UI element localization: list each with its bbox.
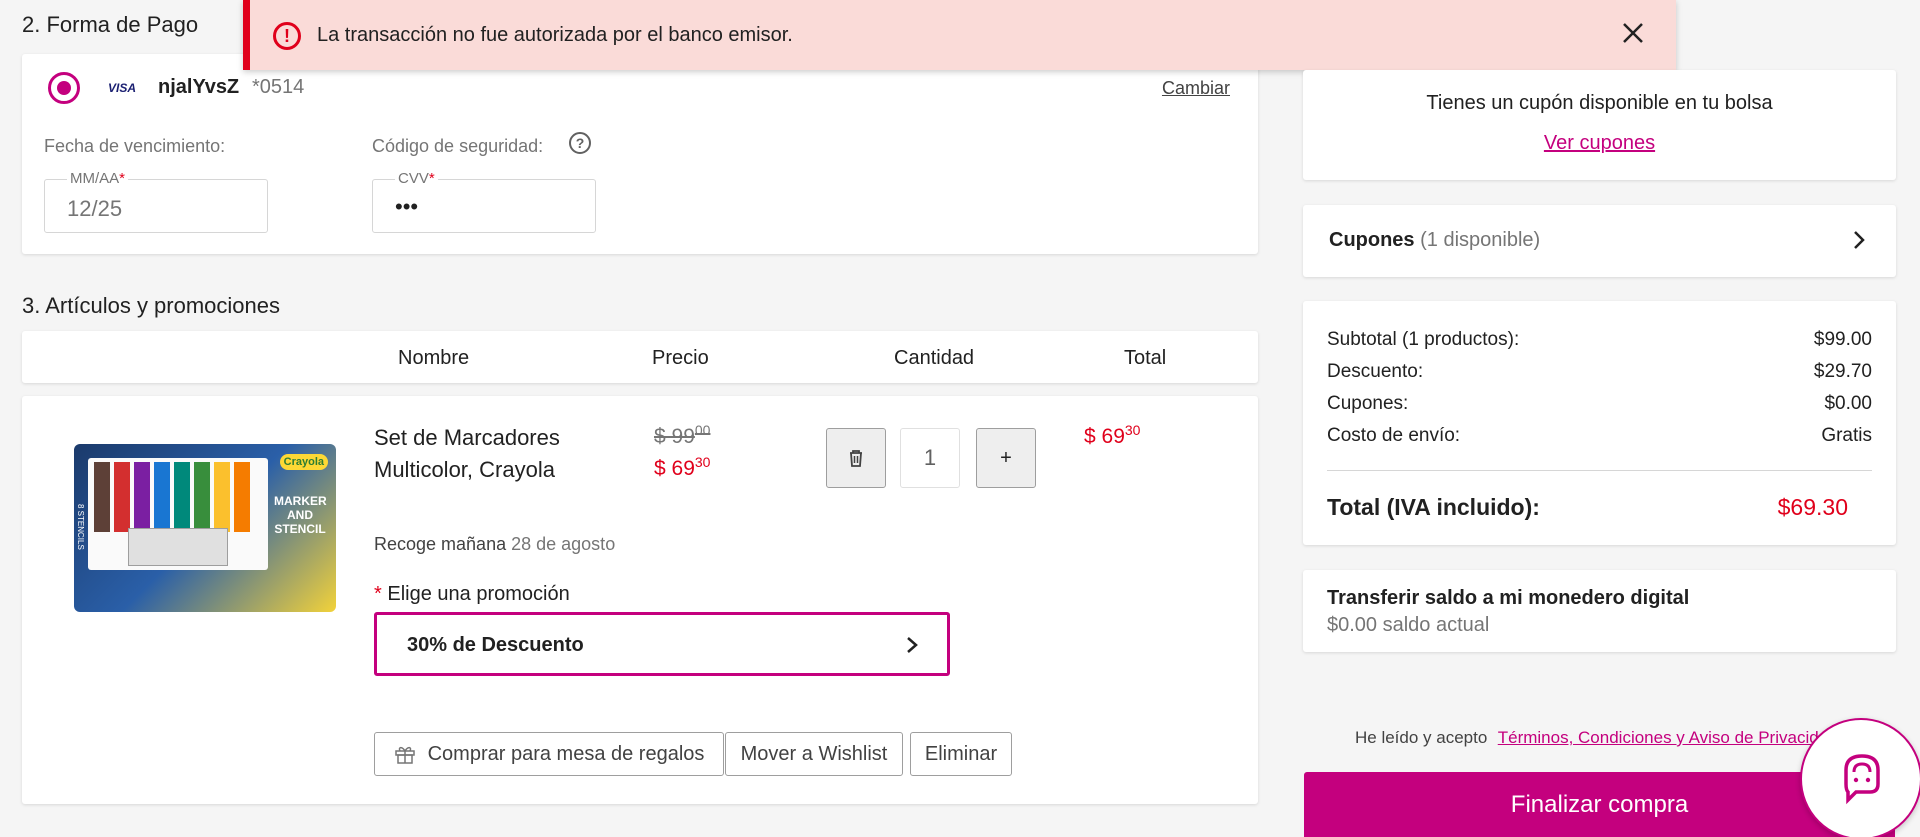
pickup-date: 28 de agosto bbox=[511, 534, 616, 554]
summary-row-shipping: Costo de envío: Gratis bbox=[1327, 425, 1872, 447]
terms-row: He leído y acepto Términos, Condiciones … bbox=[1355, 728, 1835, 748]
expiry-value: 12/25 bbox=[67, 196, 123, 221]
error-message: La transacción no fue autorizada por el … bbox=[317, 24, 793, 46]
increase-quantity-button[interactable]: + bbox=[976, 428, 1036, 488]
coupons-count: (1 disponible) bbox=[1420, 229, 1541, 251]
summary-row-coupons: Cupones: $0.00 bbox=[1327, 393, 1872, 415]
terms-prefix: He leído y acepto bbox=[1355, 728, 1488, 747]
product-price: $ 6930 bbox=[654, 454, 711, 480]
product-box-title: MARKER AND STENCIL bbox=[274, 494, 327, 536]
summary-label: Costo de envío: bbox=[1327, 425, 1461, 446]
chevron-right-icon bbox=[1854, 231, 1865, 249]
summary-row-subtotal: Subtotal (1 productos): $99.00 bbox=[1327, 329, 1872, 351]
card-last4: *0514 bbox=[252, 76, 305, 98]
coupons-row[interactable]: Cupones (1 disponible) bbox=[1303, 205, 1896, 277]
summary-label: Descuento: bbox=[1327, 361, 1424, 382]
summary-label: Cupones: bbox=[1327, 393, 1409, 414]
product-card: Crayola MARKER AND STENCIL 8 STENCILS Se… bbox=[22, 396, 1258, 804]
remove-item-button[interactable]: Eliminar bbox=[910, 732, 1012, 776]
chevron-right-icon bbox=[907, 637, 918, 653]
gift-registry-button[interactable]: Comprar para mesa de regalos bbox=[374, 732, 724, 776]
required-mark: * bbox=[428, 170, 435, 187]
total-label: Total (IVA incluido): bbox=[1327, 494, 1540, 520]
trash-icon bbox=[850, 450, 862, 467]
product-old-price: $ 9900 bbox=[654, 422, 711, 448]
expiry-field-label: MM/AA bbox=[70, 170, 120, 187]
cvv-field-label: CVV bbox=[398, 170, 429, 187]
summary-value: $29.70 bbox=[1813, 361, 1872, 382]
see-coupons-link[interactable]: Ver cupones bbox=[1544, 132, 1655, 154]
pickup-prefix: Recoge mañana bbox=[374, 534, 507, 554]
required-mark: * bbox=[119, 170, 126, 187]
move-to-wishlist-button[interactable]: Mover a Wishlist bbox=[725, 732, 903, 776]
product-image[interactable]: Crayola MARKER AND STENCIL 8 STENCILS bbox=[74, 444, 336, 612]
summary-value: $0.00 bbox=[1824, 393, 1872, 414]
coupons-title: Cupones bbox=[1329, 229, 1415, 251]
gift-icon bbox=[394, 746, 415, 764]
error-icon: ! bbox=[273, 22, 301, 50]
summary-value: $99.00 bbox=[1813, 329, 1872, 350]
order-summary-card: Subtotal (1 productos): $99.00 Descuento… bbox=[1303, 301, 1896, 545]
summary-value: Gratis bbox=[1821, 425, 1872, 446]
promo-select[interactable]: 30% de Descuento bbox=[374, 612, 950, 676]
promo-value: 30% de Descuento bbox=[407, 634, 584, 656]
quantity-input[interactable]: 1 bbox=[900, 428, 960, 488]
card-radio[interactable] bbox=[48, 72, 80, 104]
delete-item-button[interactable] bbox=[826, 428, 886, 488]
payment-card: VISA njalYvsZ *0514 Cambiar Fecha de ven… bbox=[22, 54, 1258, 254]
terms-link[interactable]: Términos, Condiciones y Aviso de Privaci… bbox=[1498, 728, 1835, 747]
promo-label: * Elige una promoción bbox=[374, 583, 570, 605]
total-value: $69.30 bbox=[1777, 494, 1848, 520]
error-alert: ! La transacción no fue autorizada por e… bbox=[243, 0, 1676, 70]
payment-section-title: 2. Forma de Pago bbox=[22, 12, 199, 37]
shopping-bag-chat-icon bbox=[1844, 754, 1880, 805]
summary-row-discount: Descuento: $29.70 bbox=[1327, 361, 1872, 383]
chat-assistant-button[interactable] bbox=[1800, 718, 1920, 837]
cvv-field[interactable]: CVV* ••• bbox=[372, 170, 596, 233]
product-box-side: 8 STENCILS bbox=[76, 504, 85, 550]
wallet-balance: $0.00 saldo actual bbox=[1327, 614, 1490, 636]
cvv-value: ••• bbox=[395, 194, 419, 219]
expiry-field[interactable]: MM/AA* 12/25 bbox=[44, 170, 268, 233]
wallet-card[interactable]: Transferir saldo a mi monedero digital $… bbox=[1303, 570, 1896, 652]
summary-divider bbox=[1327, 470, 1872, 471]
summary-label: Subtotal (1 productos): bbox=[1327, 329, 1520, 350]
visa-icon: VISA bbox=[107, 81, 136, 95]
gift-registry-label: Comprar para mesa de regalos bbox=[427, 742, 705, 765]
header-total: Total bbox=[1124, 347, 1167, 369]
cvv-label: Código de seguridad: bbox=[372, 136, 544, 156]
card-holder: njalYvsZ bbox=[158, 76, 240, 98]
coupon-banner-card: Tienes un cupón disponible en tu bolsa V… bbox=[1303, 70, 1896, 180]
pickup-info: Recoge mañana 28 de agosto bbox=[374, 534, 615, 555]
product-total: $ 6930 bbox=[1084, 422, 1141, 448]
header-price: Precio bbox=[652, 347, 709, 369]
expiry-label: Fecha de vencimiento: bbox=[44, 136, 226, 156]
close-icon[interactable] bbox=[1620, 20, 1646, 46]
header-quantity: Cantidad bbox=[894, 347, 975, 369]
change-card-link[interactable]: Cambiar bbox=[1162, 78, 1230, 99]
product-name[interactable]: Set de Marcadores Multicolor, Crayola bbox=[374, 422, 614, 486]
header-name: Nombre bbox=[398, 347, 470, 369]
items-table-header: Nombre Precio Cantidad Total bbox=[22, 331, 1258, 383]
coupon-banner-text: Tienes un cupón disponible en tu bolsa bbox=[1426, 92, 1773, 114]
items-section-title: 3. Artículos y promociones bbox=[22, 293, 281, 318]
wallet-title: Transferir saldo a mi monedero digital bbox=[1327, 587, 1690, 609]
help-icon[interactable]: ? bbox=[569, 132, 591, 154]
summary-total-row: Total (IVA incluido): $69.30 bbox=[1327, 494, 1872, 521]
product-box-brand: Crayola bbox=[279, 454, 328, 470]
